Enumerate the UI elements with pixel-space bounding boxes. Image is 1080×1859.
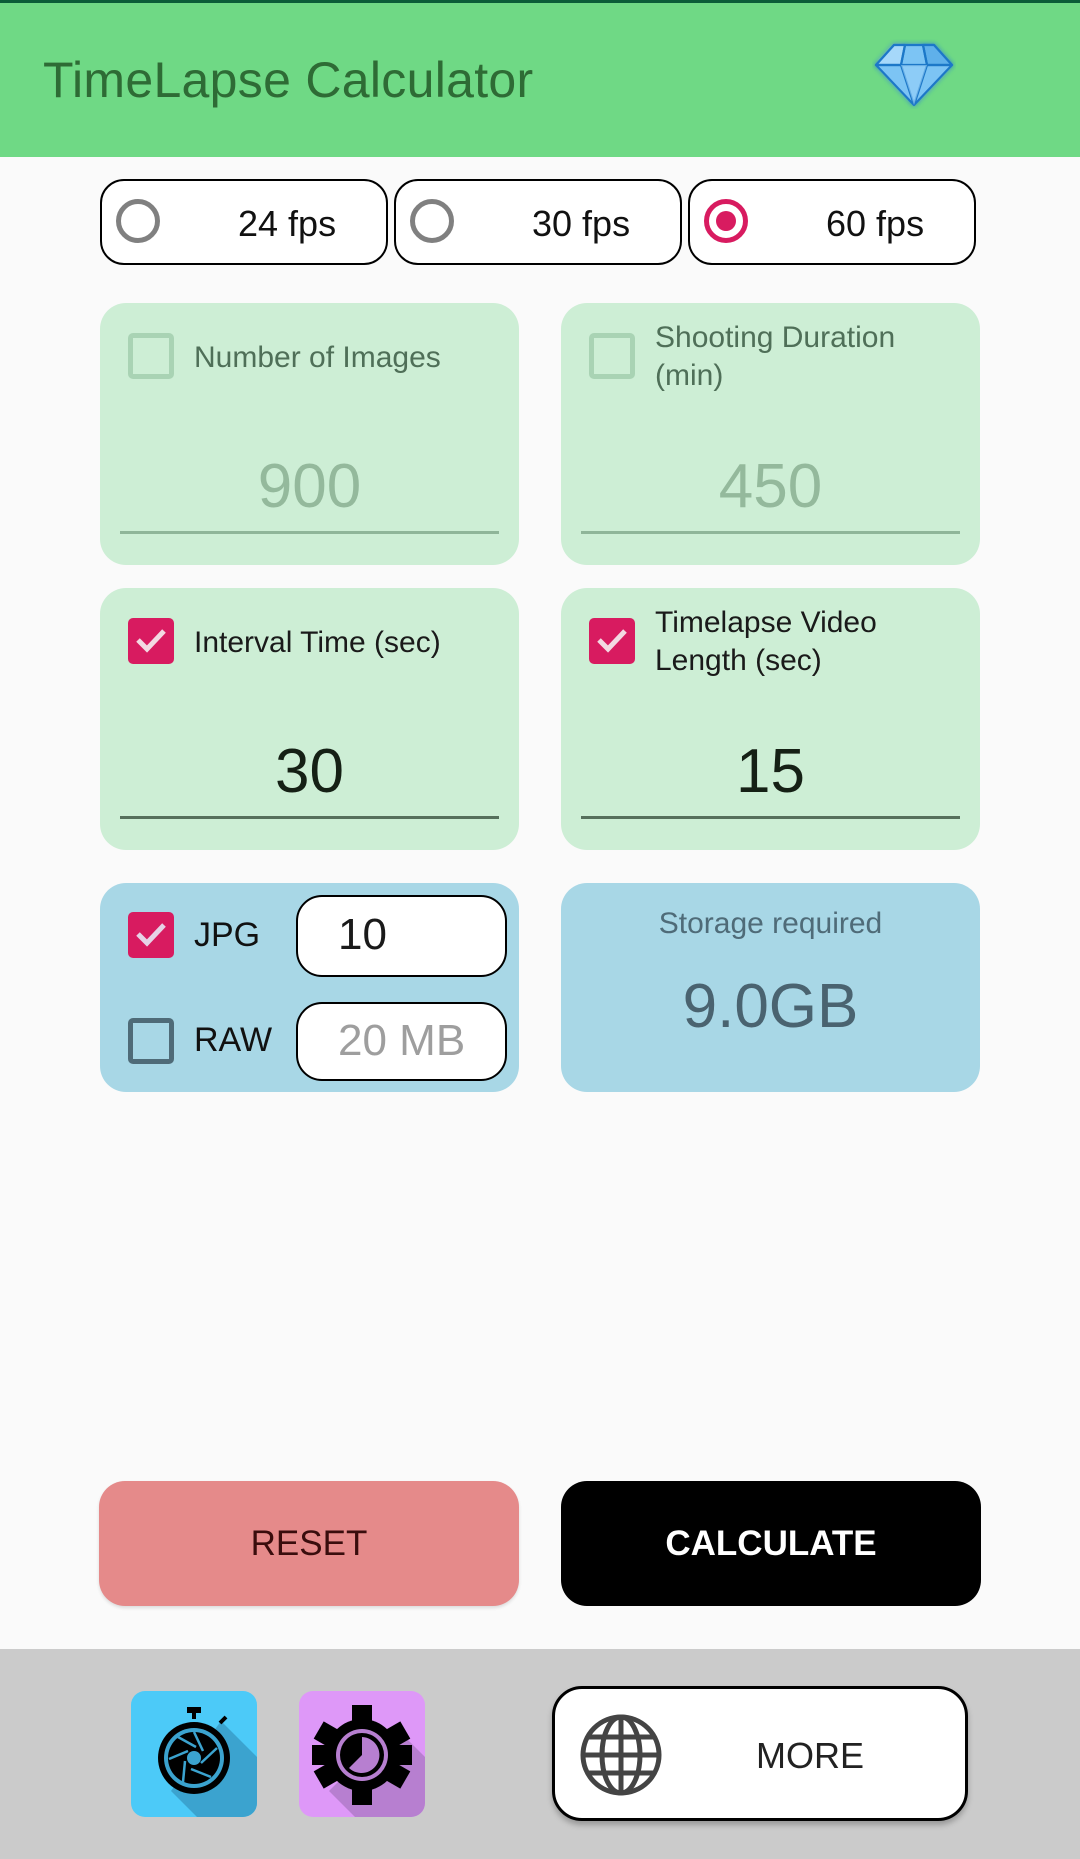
diamond-icon[interactable] — [872, 39, 956, 109]
fps-label: 60 fps — [826, 203, 925, 244]
input-underline — [581, 531, 960, 534]
interval-time-label: Interval Time (sec) — [194, 626, 441, 659]
shooting-duration-card: Shooting Duration (min) 450 — [561, 303, 980, 565]
more-button[interactable]: MORE — [552, 1686, 968, 1821]
video-length-label: Timelapse Video Length (sec) — [655, 606, 877, 677]
globe-icon — [580, 1714, 662, 1796]
checkmark-icon — [136, 629, 166, 653]
raw-size-input[interactable]: 20 MB — [296, 1002, 507, 1081]
app-bar: TimeLapse Calculator — [0, 3, 1080, 157]
number-of-images-card: Number of Images 900 — [100, 303, 519, 565]
radio-60fps[interactable] — [704, 199, 748, 243]
jpg-size-input[interactable]: 10 — [296, 895, 507, 977]
number-of-images-label: Number of Images — [194, 341, 441, 374]
jpg-label: JPG — [194, 916, 261, 954]
app-title: TimeLapse Calculator — [43, 52, 534, 108]
shooting-duration-input[interactable]: 450 — [581, 451, 960, 522]
shooting-duration-checkbox[interactable] — [589, 333, 635, 379]
interval-time-input[interactable]: 30 — [120, 736, 499, 807]
number-of-images-checkbox[interactable] — [128, 333, 174, 379]
shooting-duration-label: Shooting Duration (min) — [655, 321, 896, 392]
jpg-checkbox[interactable] — [128, 912, 174, 958]
settings-clock-app-icon[interactable] — [299, 1691, 425, 1817]
video-length-card: Timelapse Video Length (sec) 15 — [561, 588, 980, 850]
fps-label: 30 fps — [532, 203, 631, 244]
fps-label: 24 fps — [238, 203, 337, 244]
calculate-button[interactable]: CALCULATE — [561, 1481, 981, 1606]
interval-time-checkbox[interactable] — [128, 618, 174, 664]
checkmark-icon — [136, 923, 166, 947]
video-length-input[interactable]: 15 — [581, 736, 960, 807]
bottom-bar: MORE — [0, 1649, 1080, 1859]
fps-option-30[interactable]: 30 fps — [394, 179, 682, 265]
number-of-images-input[interactable]: 900 — [120, 451, 499, 522]
radio-24fps[interactable] — [116, 199, 160, 243]
storage-value: 9.0GB — [682, 972, 859, 1041]
input-underline — [120, 816, 499, 819]
input-underline — [120, 531, 499, 534]
storage-card: Storage required 9.0GB — [561, 883, 980, 1092]
timer-app-icon[interactable] — [131, 1691, 257, 1817]
file-format-card: JPG 10 RAW 20 MB — [100, 883, 519, 1092]
checkmark-icon — [597, 629, 627, 653]
fps-option-60[interactable]: 60 fps — [688, 179, 976, 265]
storage-title: Storage required — [658, 907, 883, 940]
reset-button[interactable]: RESET — [99, 1481, 519, 1606]
raw-checkbox[interactable] — [128, 1018, 174, 1064]
interval-time-card: Interval Time (sec) 30 — [100, 588, 519, 850]
input-underline — [581, 816, 960, 819]
video-length-checkbox[interactable] — [589, 618, 635, 664]
fps-option-24[interactable]: 24 fps — [100, 179, 388, 265]
radio-30fps[interactable] — [410, 199, 454, 243]
raw-label: RAW — [194, 1021, 273, 1059]
more-label: MORE — [756, 1735, 864, 1776]
